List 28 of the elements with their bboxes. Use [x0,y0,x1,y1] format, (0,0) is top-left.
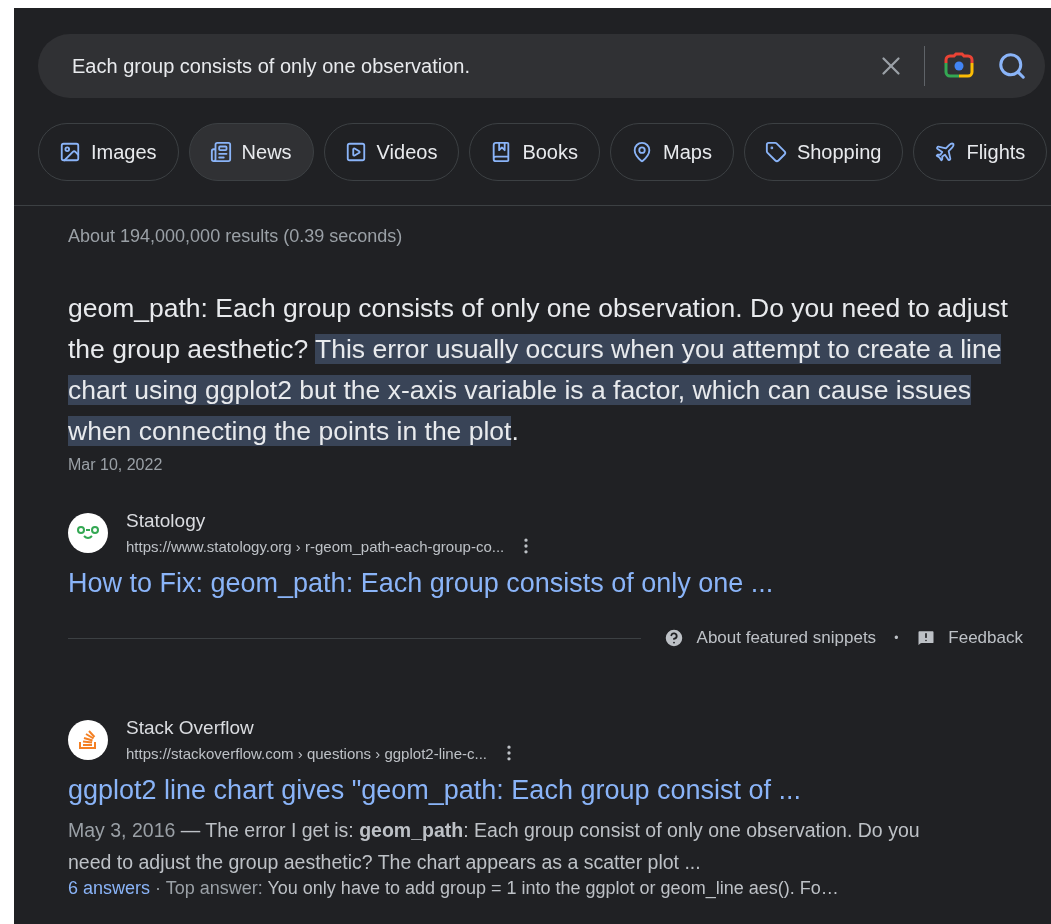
separator-dot: • [894,631,899,645]
map-pin-icon [631,141,653,163]
help-icon [662,627,685,649]
feedback-link[interactable]: Feedback [916,628,1023,648]
search-bar[interactable]: Each group consists of only one observation. [38,34,1045,98]
face-logo-icon [76,525,100,541]
site-url: https://www.statology.org › r-geom_path-each-group-co... [126,537,505,555]
result-title-link[interactable]: How to Fix: geom_path: Each group consists of only one ... [68,568,1051,599]
site-name: Statology [126,510,207,532]
result-snippet: May 3, 2016 — The error I get is: geom_path: Each group consist of only one observation. Do you need to adjust the group aesthetic? The chart appears as a scatter plot ... [68,818,921,875]
plane-icon [934,141,957,163]
newspaper-icon [209,141,232,163]
tag-icon [764,141,787,163]
camera-icon[interactable] [943,51,975,81]
image-icon [59,141,81,163]
answers-link[interactable]: 6 answers [68,878,151,898]
site-url: https://stackoverflow.com › questions › ggplot2-line-c... [126,744,487,762]
stack-logo-icon [77,729,99,751]
play-icon [344,141,367,163]
filter-chip[interactable]: News [188,123,314,181]
feedback-icon [916,628,937,648]
site-name: Stack Overflow [126,717,255,739]
about-snippets-link[interactable]: About featured snippets [662,627,877,649]
answer-summary: 6 answers · Top answer: You only have to add group = 1 into the ggplot or geom_line aes(). Fo… [68,878,840,899]
result-title-link[interactable]: ggplot2 line chart gives "geom_path: Each group consist of ... [68,775,1051,806]
search-field[interactable]: Each group consists of only one observation. [70,53,858,79]
snippet-date: Mar 10, 2022 [68,456,164,474]
result-stats: About 194,000,000 results (0.39 seconds) [68,226,404,247]
